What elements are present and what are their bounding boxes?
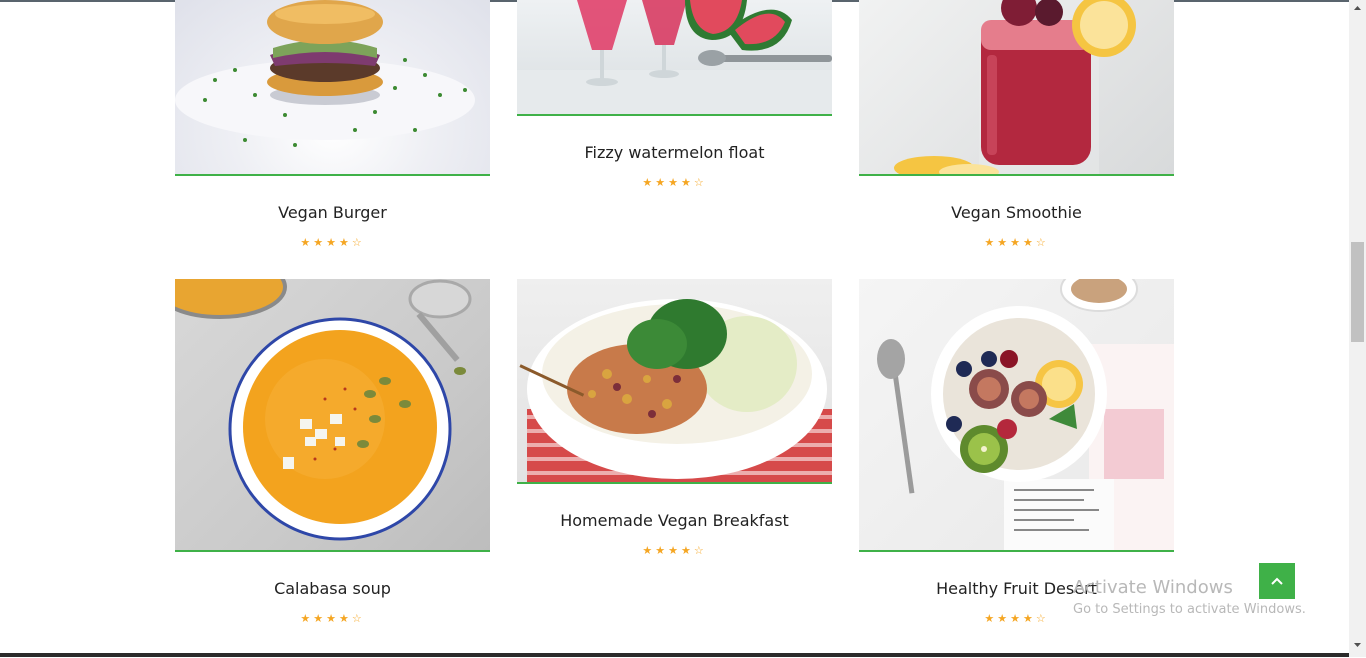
- recipe-image[interactable]: [175, 279, 490, 552]
- vertical-scrollbar[interactable]: [1349, 0, 1366, 657]
- star-filled-icon: ★: [997, 613, 1011, 625]
- rating-stars: ★★★★☆: [517, 176, 832, 189]
- star-filled-icon: ★: [1010, 237, 1023, 249]
- star-filled-icon: ★: [300, 237, 314, 249]
- scrollbar-thumb[interactable]: [1351, 242, 1364, 342]
- scroll-up-button[interactable]: [1349, 0, 1366, 17]
- star-filled-icon: ★: [1022, 237, 1036, 249]
- pumpkin-soup-photo: [175, 279, 472, 541]
- star-filled-icon: ★: [997, 237, 1011, 249]
- star-filled-icon: ★: [300, 613, 314, 625]
- star-filled-icon: ★: [338, 613, 352, 625]
- star-filled-icon: ★: [313, 613, 327, 625]
- star-empty-icon: ☆: [693, 177, 707, 189]
- star-filled-icon: ★: [668, 177, 681, 189]
- watermelon-float-photo: [517, 0, 832, 114]
- recipe-card[interactable]: Vegan Smoothie ★★★★☆: [859, 0, 1174, 260]
- recipe-card[interactable]: Fizzy watermelon float ★★★★☆: [517, 0, 832, 200]
- page-viewport: Vegan Burger ★★★★☆ Fizzy watermelon floa…: [0, 0, 1349, 653]
- star-filled-icon: ★: [313, 237, 327, 249]
- recipe-title[interactable]: Homemade Vegan Breakfast: [517, 511, 832, 530]
- recipe-card[interactable]: Homemade Vegan Breakfast ★★★★☆: [517, 279, 832, 579]
- recipe-title[interactable]: Fizzy watermelon float: [517, 143, 832, 162]
- taskbar-edge: [0, 653, 1349, 657]
- recipe-title[interactable]: Vegan Burger: [175, 203, 490, 222]
- recipe-image[interactable]: [517, 279, 832, 484]
- star-filled-icon: ★: [642, 545, 656, 557]
- smoothie-jar-photo: [894, 0, 1136, 174]
- star-empty-icon: ☆: [351, 613, 365, 625]
- recipe-image[interactable]: [859, 279, 1174, 552]
- rating-stars: ★★★★☆: [517, 544, 832, 557]
- fruit-bowl-photo: [877, 279, 1174, 550]
- star-empty-icon: ☆: [351, 237, 365, 249]
- recipe-title[interactable]: Vegan Smoothie: [859, 203, 1174, 222]
- star-empty-icon: ☆: [693, 545, 707, 557]
- star-filled-icon: ★: [326, 613, 339, 625]
- caret-up-icon: [1354, 6, 1361, 10]
- star-filled-icon: ★: [1010, 613, 1023, 625]
- star-filled-icon: ★: [668, 545, 681, 557]
- star-filled-icon: ★: [680, 177, 694, 189]
- windows-activation-watermark: Activate Windows Go to Settings to activ…: [1073, 577, 1306, 617]
- recipe-image[interactable]: [859, 0, 1174, 176]
- recipe-image[interactable]: [517, 0, 832, 116]
- watermark-title: Activate Windows: [1073, 577, 1233, 598]
- star-filled-icon: ★: [680, 545, 694, 557]
- caret-down-icon: [1354, 643, 1361, 647]
- star-filled-icon: ★: [984, 613, 998, 625]
- recipe-card[interactable]: Calabasa soup ★★★★☆: [175, 279, 490, 639]
- salad-bowl-photo: [519, 299, 832, 482]
- rating-stars: ★★★★☆: [175, 236, 490, 249]
- star-filled-icon: ★: [642, 177, 656, 189]
- star-empty-icon: ☆: [1035, 613, 1049, 625]
- scroll-down-button[interactable]: [1349, 636, 1366, 653]
- star-filled-icon: ★: [338, 237, 352, 249]
- star-filled-icon: ★: [1022, 613, 1036, 625]
- rating-stars: ★★★★☆: [859, 236, 1174, 249]
- recipe-image[interactable]: [175, 0, 490, 176]
- star-filled-icon: ★: [984, 237, 998, 249]
- star-empty-icon: ☆: [1035, 237, 1049, 249]
- star-filled-icon: ★: [655, 545, 669, 557]
- rating-stars: ★★★★☆: [175, 612, 490, 625]
- vegan-burger-photo: [175, 0, 475, 147]
- recipe-title[interactable]: Calabasa soup: [175, 579, 490, 598]
- star-filled-icon: ★: [326, 237, 339, 249]
- recipe-card[interactable]: Vegan Burger ★★★★☆: [175, 0, 490, 260]
- star-filled-icon: ★: [655, 177, 669, 189]
- watermark-subtitle: Go to Settings to activate Windows.: [1073, 602, 1306, 617]
